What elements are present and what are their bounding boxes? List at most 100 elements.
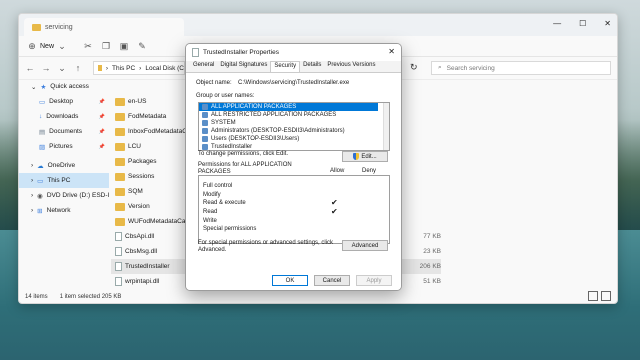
file-name: TrustedInstaller	[115, 262, 170, 271]
user-group-icon	[202, 144, 208, 150]
cancel-button[interactable]: Cancel	[314, 275, 350, 286]
new-button[interactable]: ⊕ New ⌄	[27, 41, 67, 51]
object-name-value: C:\Windows\servicing\TrustedInstaller.ex…	[238, 80, 350, 86]
deny-header: Deny	[362, 168, 377, 174]
tab-details[interactable]: Details	[300, 61, 324, 72]
allow-checkmark-icon: ✔	[331, 207, 338, 217]
dialog-titlebar: TrustedInstaller Properties ✕	[186, 44, 401, 61]
close-icon[interactable]: ✕	[388, 47, 395, 56]
copy-icon[interactable]: ❐	[101, 41, 111, 51]
file-name: CbsMsg.dll	[115, 247, 157, 256]
user-group-icon	[202, 128, 208, 134]
permission-name: Read & execute	[203, 200, 246, 207]
user-list-item[interactable]: SYSTEM	[199, 119, 389, 127]
file-size: 23 KB	[423, 248, 441, 255]
file-name-text: Sessions	[128, 173, 155, 180]
user-name: TrustedInstaller	[211, 144, 253, 150]
user-list-scrollbar[interactable]	[383, 103, 389, 150]
user-name: ALL APPLICATION PACKAGES	[211, 104, 297, 110]
user-list-item[interactable]: ALL APPLICATION PACKAGES	[199, 103, 378, 111]
file-name: Sessions	[115, 172, 155, 181]
nav-item-documents[interactable]: ▤ Documents 📌	[19, 124, 109, 139]
file-name: SQM	[115, 187, 143, 196]
breadcrumb-this-pc[interactable]: This PC	[112, 65, 135, 72]
change-permissions-text: To change permissions, click Edit.	[198, 151, 289, 157]
permission-name: Special permissions	[203, 226, 257, 233]
explorer-tab[interactable]: servicing	[24, 18, 184, 36]
folder-icon	[115, 112, 125, 121]
file-name: WUFodMetadataCach	[115, 217, 192, 226]
shield-icon	[353, 153, 360, 160]
nav-item-onedrive[interactable]: › ☁ OneDrive	[19, 158, 109, 173]
nav-item-downloads[interactable]: ↓ Downloads 📌	[19, 109, 109, 124]
folder-icon	[115, 187, 125, 196]
view-toggle	[588, 291, 611, 301]
up-arrow-icon[interactable]: ↑	[73, 63, 83, 73]
search-input[interactable]: ⌕ Search servicing	[431, 61, 611, 75]
user-list-item[interactable]: Administrators (DESKTOP-ESDII3\Administr…	[199, 127, 389, 135]
folder-icon	[115, 172, 125, 181]
nav-item-pictures[interactable]: ▨ Pictures 📌	[19, 139, 109, 154]
details-view-icon[interactable]	[588, 291, 598, 301]
folder-icon	[32, 23, 41, 31]
file-size: 77 KB	[423, 233, 441, 240]
tiles-view-icon[interactable]	[601, 291, 611, 301]
address-bar[interactable]: › This PC › Local Disk (C	[93, 61, 185, 75]
file-name: Packages	[115, 157, 157, 166]
file-icon	[192, 48, 199, 57]
properties-dialog: TrustedInstaller Properties ✕ General Di…	[185, 43, 402, 291]
close-icon[interactable]: ✕	[604, 19, 611, 28]
file-name: wrpintapi.dll	[115, 277, 159, 286]
nav-item-network[interactable]: › ⊞ Network	[19, 203, 109, 218]
user-list-item[interactable]: TrustedInstaller	[199, 143, 389, 150]
file-name-text: Version	[128, 203, 150, 210]
chevron-right-icon: ›	[31, 207, 34, 214]
back-arrow-icon[interactable]: ←	[25, 63, 35, 73]
rename-icon[interactable]: ✎	[137, 41, 147, 51]
maximize-icon[interactable]: ☐	[579, 19, 586, 28]
file-name-text: TrustedInstaller	[125, 263, 170, 270]
file-name-text: CbsMsg.dll	[125, 248, 158, 255]
chevron-right-icon: ›	[31, 177, 34, 184]
nav-item-this-pc[interactable]: › ▭ This PC	[19, 173, 109, 188]
cancel-label: Cancel	[322, 277, 342, 284]
nav-label: Pictures	[49, 143, 73, 150]
ok-button[interactable]: OK	[272, 275, 308, 286]
nav-label: Documents	[49, 128, 83, 135]
tab-general[interactable]: General	[190, 61, 217, 72]
permission-name: Read	[203, 209, 218, 216]
user-group-icon	[202, 104, 208, 110]
breadcrumb-local-disk[interactable]: Local Disk (C	[145, 65, 184, 72]
chevron-down-icon[interactable]: ⌄	[57, 63, 67, 73]
user-list-item[interactable]: ALL RESTRICTED APPLICATION PACKAGES	[199, 111, 389, 119]
chevron-right-icon: ›	[139, 64, 142, 72]
advanced-button[interactable]: Advanced	[342, 240, 388, 251]
file-name-text: wrpintapi.dll	[125, 278, 160, 285]
forward-arrow-icon[interactable]: →	[41, 63, 51, 73]
file-size: 206 KB	[419, 263, 441, 270]
tab-previous-versions[interactable]: Previous Versions	[324, 61, 378, 72]
tab-digital-signatures[interactable]: Digital Signatures	[217, 61, 270, 72]
tab-title: servicing	[45, 23, 73, 31]
nav-item-desktop[interactable]: ▭ Desktop 📌	[19, 94, 109, 109]
nav-item-quick-access[interactable]: ⌄ ★ Quick access	[19, 79, 109, 94]
edit-button[interactable]: Edit...	[342, 151, 388, 162]
user-list-item[interactable]: Users (DESKTOP-ESDII3\Users)	[199, 135, 389, 143]
tab-security[interactable]: Security	[270, 61, 301, 72]
folder-icon	[115, 142, 125, 151]
permission-name: Full control	[203, 183, 233, 190]
download-icon: ↓	[39, 113, 43, 120]
minimize-icon[interactable]: —	[553, 19, 561, 28]
permission-name: Modify	[203, 191, 221, 198]
folder-icon	[115, 127, 125, 136]
permission-row: Read ✔	[199, 208, 389, 217]
user-group-icon	[202, 120, 208, 126]
nav-item-dvd-drive[interactable]: › ◉ DVD Drive (D:) ESD-I	[19, 188, 109, 203]
folder-icon	[115, 217, 125, 226]
advanced-text: For special permissions or advanced sett…	[198, 240, 334, 253]
refresh-icon[interactable]: ↻	[410, 62, 418, 73]
pin-icon: 📌	[98, 98, 105, 105]
apply-button[interactable]: Apply	[356, 275, 392, 286]
cut-icon[interactable]: ✂	[83, 41, 93, 51]
paste-icon[interactable]: ▣	[119, 41, 129, 51]
